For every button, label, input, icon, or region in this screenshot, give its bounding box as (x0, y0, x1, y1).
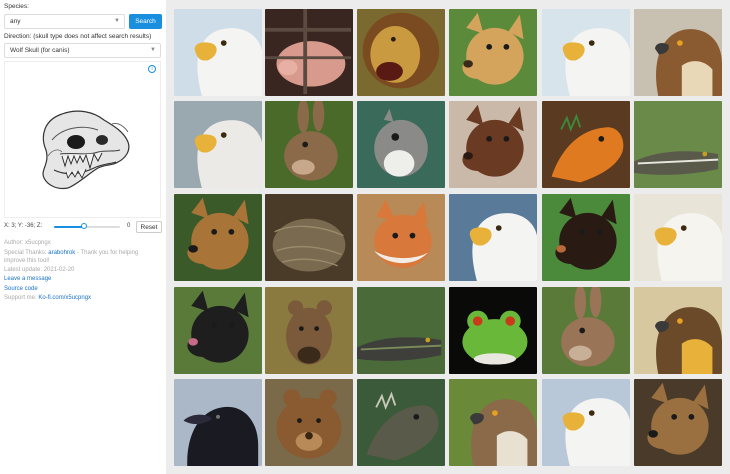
animal-photo-raven[interactable] (174, 379, 262, 466)
animal-photo-crocodile-in-grass[interactable] (357, 287, 445, 374)
animal-photo-image (174, 287, 262, 374)
animal-photo-german-shepherd[interactable] (174, 194, 262, 281)
species-select-value: any (10, 18, 21, 25)
source-code-link[interactable]: Source code (4, 286, 38, 292)
animal-photo-image (542, 379, 630, 466)
animal-photo-squirrel[interactable] (357, 101, 445, 188)
animal-photo-image (634, 287, 722, 374)
skull-3d-viewer[interactable]: i (4, 61, 161, 218)
thanks-suffix: - Thank you for helping (75, 250, 139, 256)
animal-photo-image (265, 379, 353, 466)
animal-photo-german-shepherd[interactable] (634, 379, 722, 466)
animal-photo-cottontail-rabbit[interactable] (542, 287, 630, 374)
animal-photo-image (449, 101, 537, 188)
thanks-link[interactable]: arabohrok (48, 250, 75, 256)
slider-value: 0 (127, 223, 131, 229)
animal-photo-image (357, 9, 445, 96)
animal-photo-doberman[interactable] (449, 101, 537, 188)
animal-photo-image (634, 379, 722, 466)
animal-photo-bald-eagle-head[interactable] (449, 194, 537, 281)
animal-photo-bald-eagle-head[interactable] (542, 9, 630, 96)
support-line: Support me: Ko-fi.com/x5ucpngx (4, 295, 91, 301)
animal-photo-image (357, 287, 445, 374)
animal-photo-image (265, 101, 353, 188)
animal-photo-rabbit-in-nest[interactable] (265, 194, 353, 281)
chevron-down-icon: ▼ (114, 18, 120, 24)
slider-fill (54, 226, 84, 228)
reset-button[interactable]: Reset (136, 221, 162, 233)
species-select[interactable]: any ▼ (4, 14, 125, 29)
animal-photo-bald-eagle-head[interactable] (542, 379, 630, 466)
direction-select-value: Wolf Skull (for canis) (10, 47, 70, 54)
chevron-down-icon: ▼ (150, 47, 156, 53)
animal-photo-image (542, 287, 630, 374)
animal-photo-alligator[interactable] (634, 101, 722, 188)
latest-update: Latest update: 2021-02-20 (4, 267, 75, 273)
animal-image-grid (166, 0, 730, 474)
species-label: Species: (4, 3, 29, 10)
animal-photo-image (265, 287, 353, 374)
animal-photo-black-german-shepherd[interactable] (174, 287, 262, 374)
animal-photo-image (542, 9, 630, 96)
search-sidebar: Species: any ▼ Search Direction: (skull … (0, 0, 166, 474)
animal-photo-image (634, 101, 722, 188)
animal-photo-image (634, 9, 722, 96)
animal-photo-image (174, 101, 262, 188)
animal-photo-image (449, 194, 537, 281)
animal-photo-yellow-labrador[interactable] (449, 9, 537, 96)
support-prefix: Support me: (4, 295, 39, 301)
rotation-coords: X: 3; Y: -36; Z: (4, 223, 43, 229)
search-button[interactable]: Search (129, 14, 162, 29)
animal-photo-red-tailed-hawk[interactable] (634, 9, 722, 96)
animal-photo-image (449, 9, 537, 96)
animal-photo-image (174, 194, 262, 281)
thanks-line: Special Thanks: arabohrok - Thank you fo… (4, 250, 138, 256)
animal-photo-image (542, 194, 630, 281)
author-prefix: Author: (4, 240, 26, 246)
animal-photo-image (449, 379, 537, 466)
direction-select[interactable]: Wolf Skull (for canis) ▼ (4, 43, 161, 58)
leave-message-link[interactable]: Leave a message (4, 276, 51, 282)
animal-photo-hawk[interactable] (449, 379, 537, 466)
animal-photo-image (265, 9, 353, 96)
animal-photo-brown-bear[interactable] (265, 379, 353, 466)
animal-photo-monitor-lizard[interactable] (357, 379, 445, 466)
animal-photo-roaring-lion[interactable] (357, 9, 445, 96)
animal-photo-image (449, 287, 537, 374)
thanks-prefix: Special Thanks: (4, 250, 49, 256)
slider-handle[interactable] (80, 223, 87, 229)
animal-photo-image (634, 194, 722, 281)
author-name: x5ucpngx (25, 240, 51, 246)
animal-photo-image (265, 194, 353, 281)
animal-photo-bald-eagle-head[interactable] (634, 194, 722, 281)
animal-photo-wild-rabbit[interactable] (265, 101, 353, 188)
animal-photo-image (174, 379, 262, 466)
animal-photo-orange-iguana[interactable] (542, 101, 630, 188)
animal-photo-doberman-smiling[interactable] (542, 194, 630, 281)
animal-photo-golden-eagle[interactable] (634, 287, 722, 374)
animal-photo-image (357, 379, 445, 466)
animal-photo-pig-behind-bars[interactable] (265, 9, 353, 96)
animal-photo-green-tree-frog[interactable] (449, 287, 537, 374)
animal-photo-hyena[interactable] (265, 287, 353, 374)
animal-photo-image (357, 101, 445, 188)
thanks-line-2: improve this tool! (4, 258, 50, 264)
direction-label: Direction: (skull type does not affect s… (4, 33, 152, 40)
zoom-slider[interactable] (54, 223, 120, 229)
animal-photo-bald-eagle-behind-fence[interactable] (174, 101, 262, 188)
animal-photo-image (174, 9, 262, 96)
animal-photo-bald-eagle-head[interactable] (174, 9, 262, 96)
animal-photo-image (542, 101, 630, 188)
animal-photo-image (357, 194, 445, 281)
author-line: Author: x5ucpngx (4, 240, 51, 246)
kofi-link[interactable]: Ko-fi.com/x5ucpngx (38, 295, 91, 301)
animal-photo-red-fox[interactable] (357, 194, 445, 281)
wolf-skull-model (42, 110, 130, 190)
